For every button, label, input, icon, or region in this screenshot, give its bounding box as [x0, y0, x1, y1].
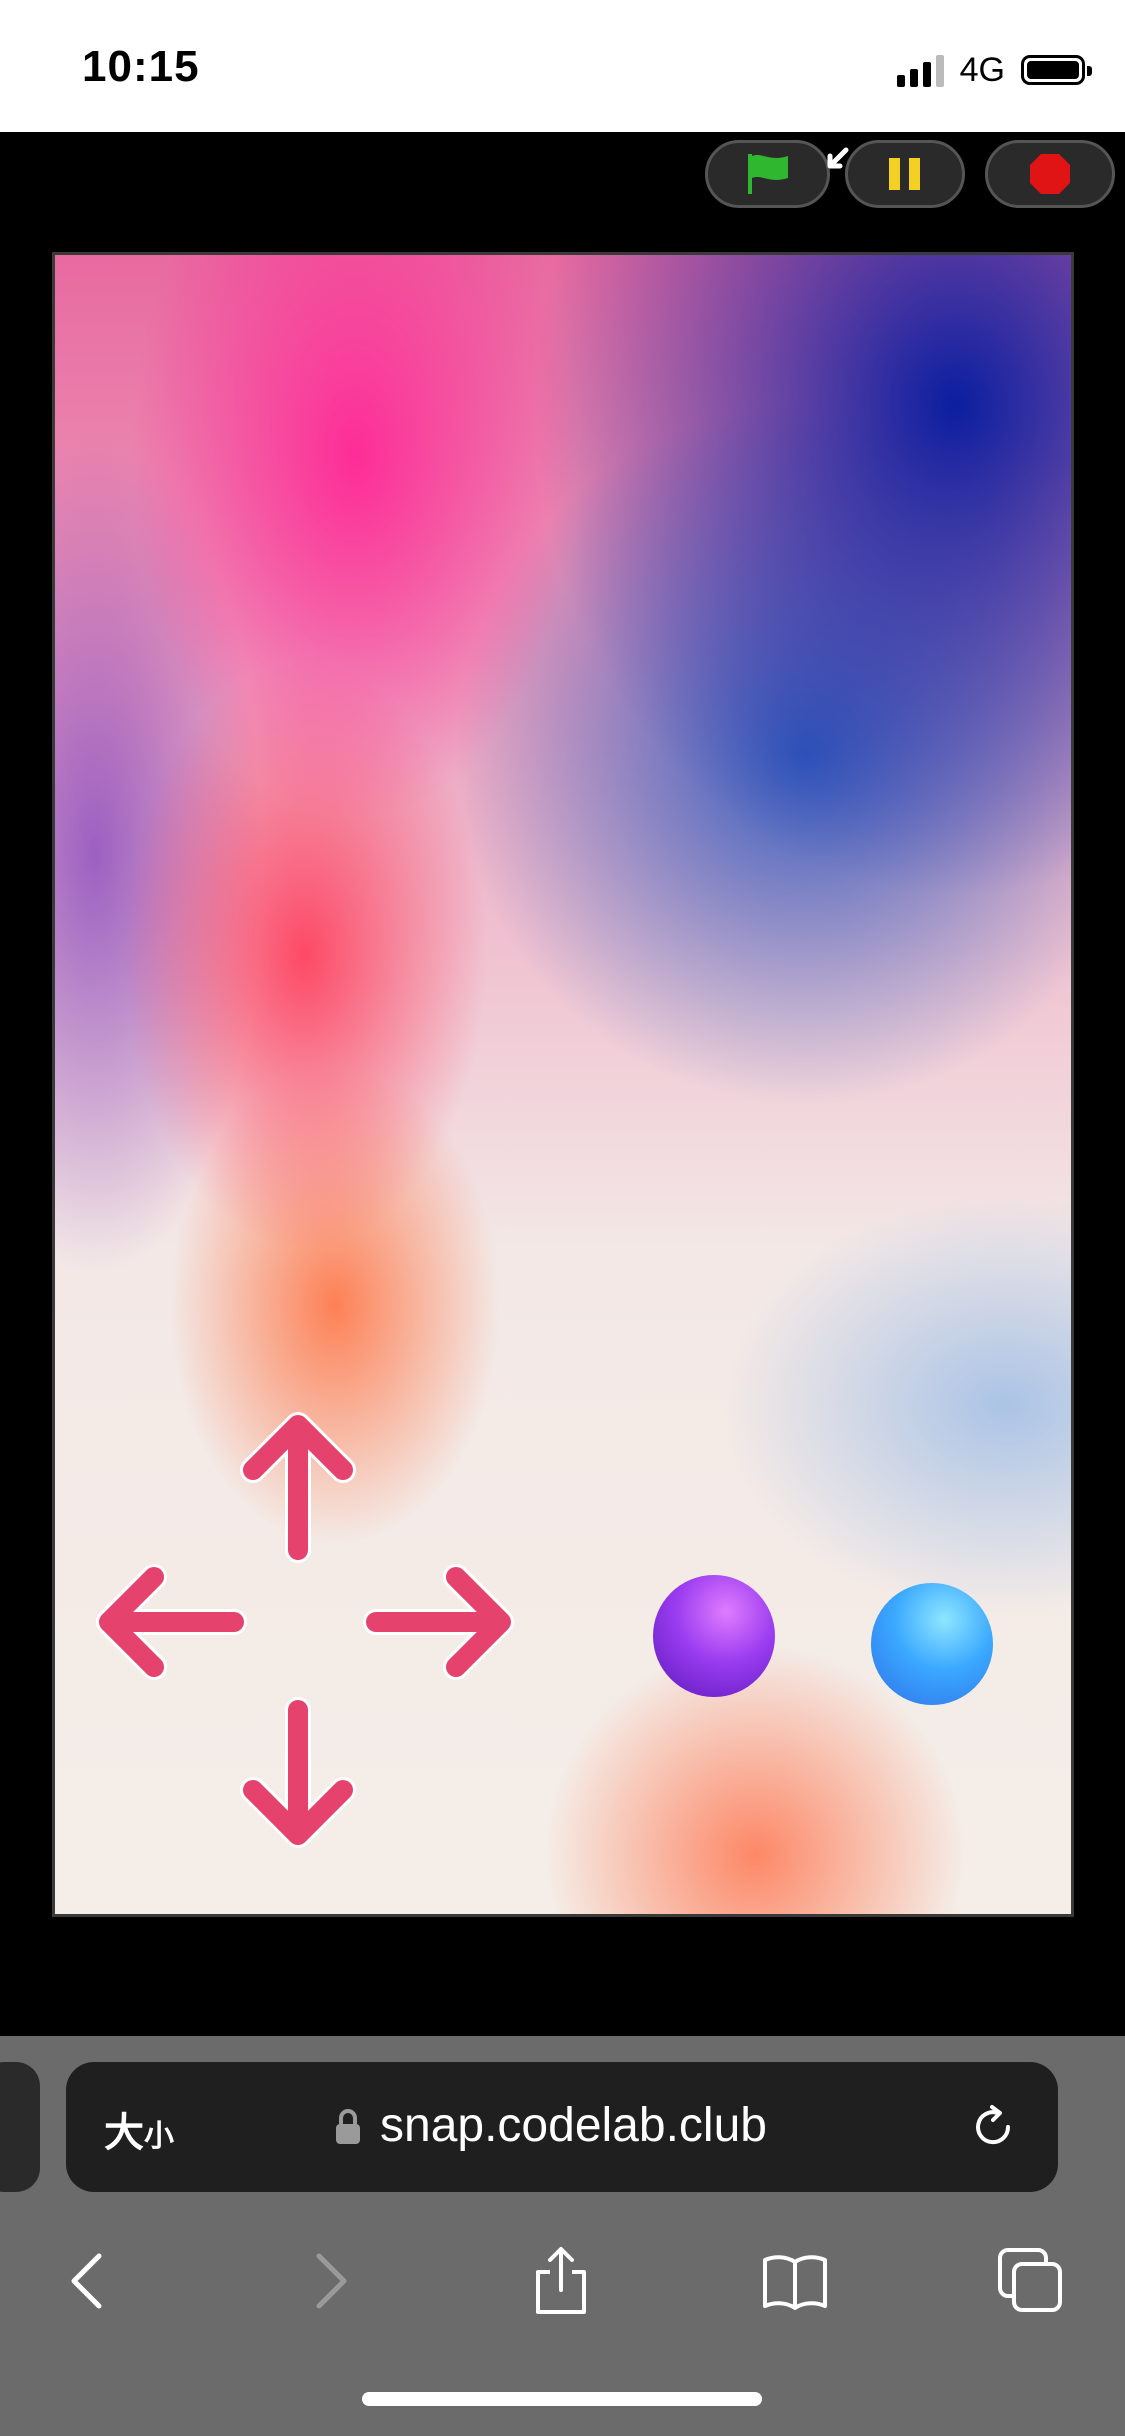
- exit-fullscreen-icon[interactable]: [820, 146, 852, 178]
- stage[interactable]: [52, 252, 1074, 1917]
- stop-sign-icon: [1030, 154, 1070, 194]
- battery-icon: [1021, 55, 1092, 85]
- forward-icon[interactable]: [294, 2246, 364, 2316]
- arrow-left-sprite[interactable]: [89, 1557, 249, 1687]
- home-indicator: [362, 2392, 762, 2406]
- lock-icon: [336, 2109, 360, 2144]
- address-bar[interactable]: 大小 snap.codelab.club: [66, 2062, 1058, 2192]
- previous-tab-edge[interactable]: [0, 2062, 40, 2192]
- green-flag-button[interactable]: [705, 140, 830, 208]
- pause-button[interactable]: [845, 140, 965, 208]
- text-size-button[interactable]: 大小: [104, 2100, 174, 2158]
- arrow-down-sprite[interactable]: [233, 1695, 363, 1855]
- green-flag-icon: [747, 154, 788, 194]
- pause-icon: [889, 158, 920, 190]
- arrow-right-sprite[interactable]: [361, 1557, 521, 1687]
- status-time: 10:15: [82, 42, 200, 91]
- url-text: snap.codelab.club: [380, 2099, 767, 2152]
- blue-ball-sprite[interactable]: [871, 1583, 993, 1705]
- back-icon[interactable]: [54, 2246, 124, 2316]
- bookmarks-icon[interactable]: [760, 2246, 830, 2316]
- status-bar: 10:15 4G: [0, 0, 1125, 132]
- purple-ball-sprite[interactable]: [653, 1575, 775, 1697]
- arrow-up-sprite[interactable]: [233, 1405, 363, 1565]
- signal-icon: [896, 53, 944, 87]
- stage-controls: [700, 140, 1120, 210]
- browser-toolbar: 大小 snap.codelab.club: [0, 2036, 1125, 2436]
- status-indicators: 4G: [896, 50, 1092, 90]
- share-icon[interactable]: [526, 2246, 596, 2316]
- nav-bar: [0, 2228, 1125, 2338]
- network-label: 4G: [959, 50, 1005, 89]
- stop-button[interactable]: [985, 140, 1115, 208]
- tabs-icon[interactable]: [996, 2246, 1066, 2316]
- reload-icon[interactable]: [968, 2102, 1018, 2152]
